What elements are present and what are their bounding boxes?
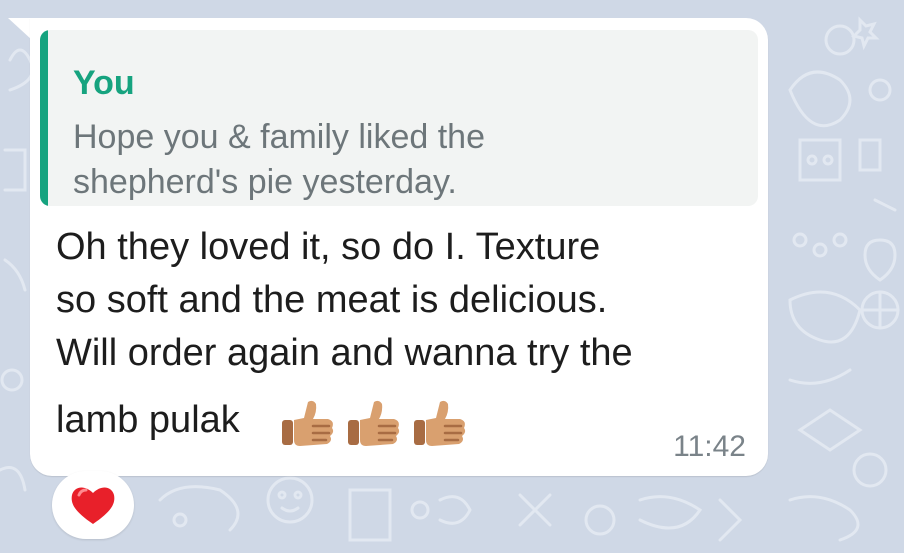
message-bubble[interactable]: You Hope you & family liked the shepherd… xyxy=(30,18,768,476)
message-text-line: Will order again and wanna try the xyxy=(56,332,633,374)
thumbs-up-icon xyxy=(348,400,400,446)
reply-text-line: Hope you & family liked the xyxy=(73,118,485,156)
thumbs-up-icon xyxy=(282,400,334,446)
reply-author: You xyxy=(73,64,135,102)
message-text-line: lamb pulak xyxy=(56,399,240,441)
reply-text-line: shepherd's pie yesterday. xyxy=(73,163,457,201)
emoji-row xyxy=(280,398,480,448)
reply-quote[interactable]: You Hope you & family liked the shepherd… xyxy=(40,30,758,206)
bubble-tail xyxy=(8,18,32,40)
message-text-line: so soft and the meat is delicious. xyxy=(56,279,608,321)
red-heart-icon xyxy=(71,487,115,524)
message-text-line: Oh they loved it, so do I. Texture xyxy=(56,226,601,268)
reaction-badge[interactable] xyxy=(52,471,134,539)
thumbs-up-icon xyxy=(414,400,466,446)
reply-quote-bar xyxy=(40,30,48,206)
message-timestamp: 11:42 xyxy=(673,430,746,463)
